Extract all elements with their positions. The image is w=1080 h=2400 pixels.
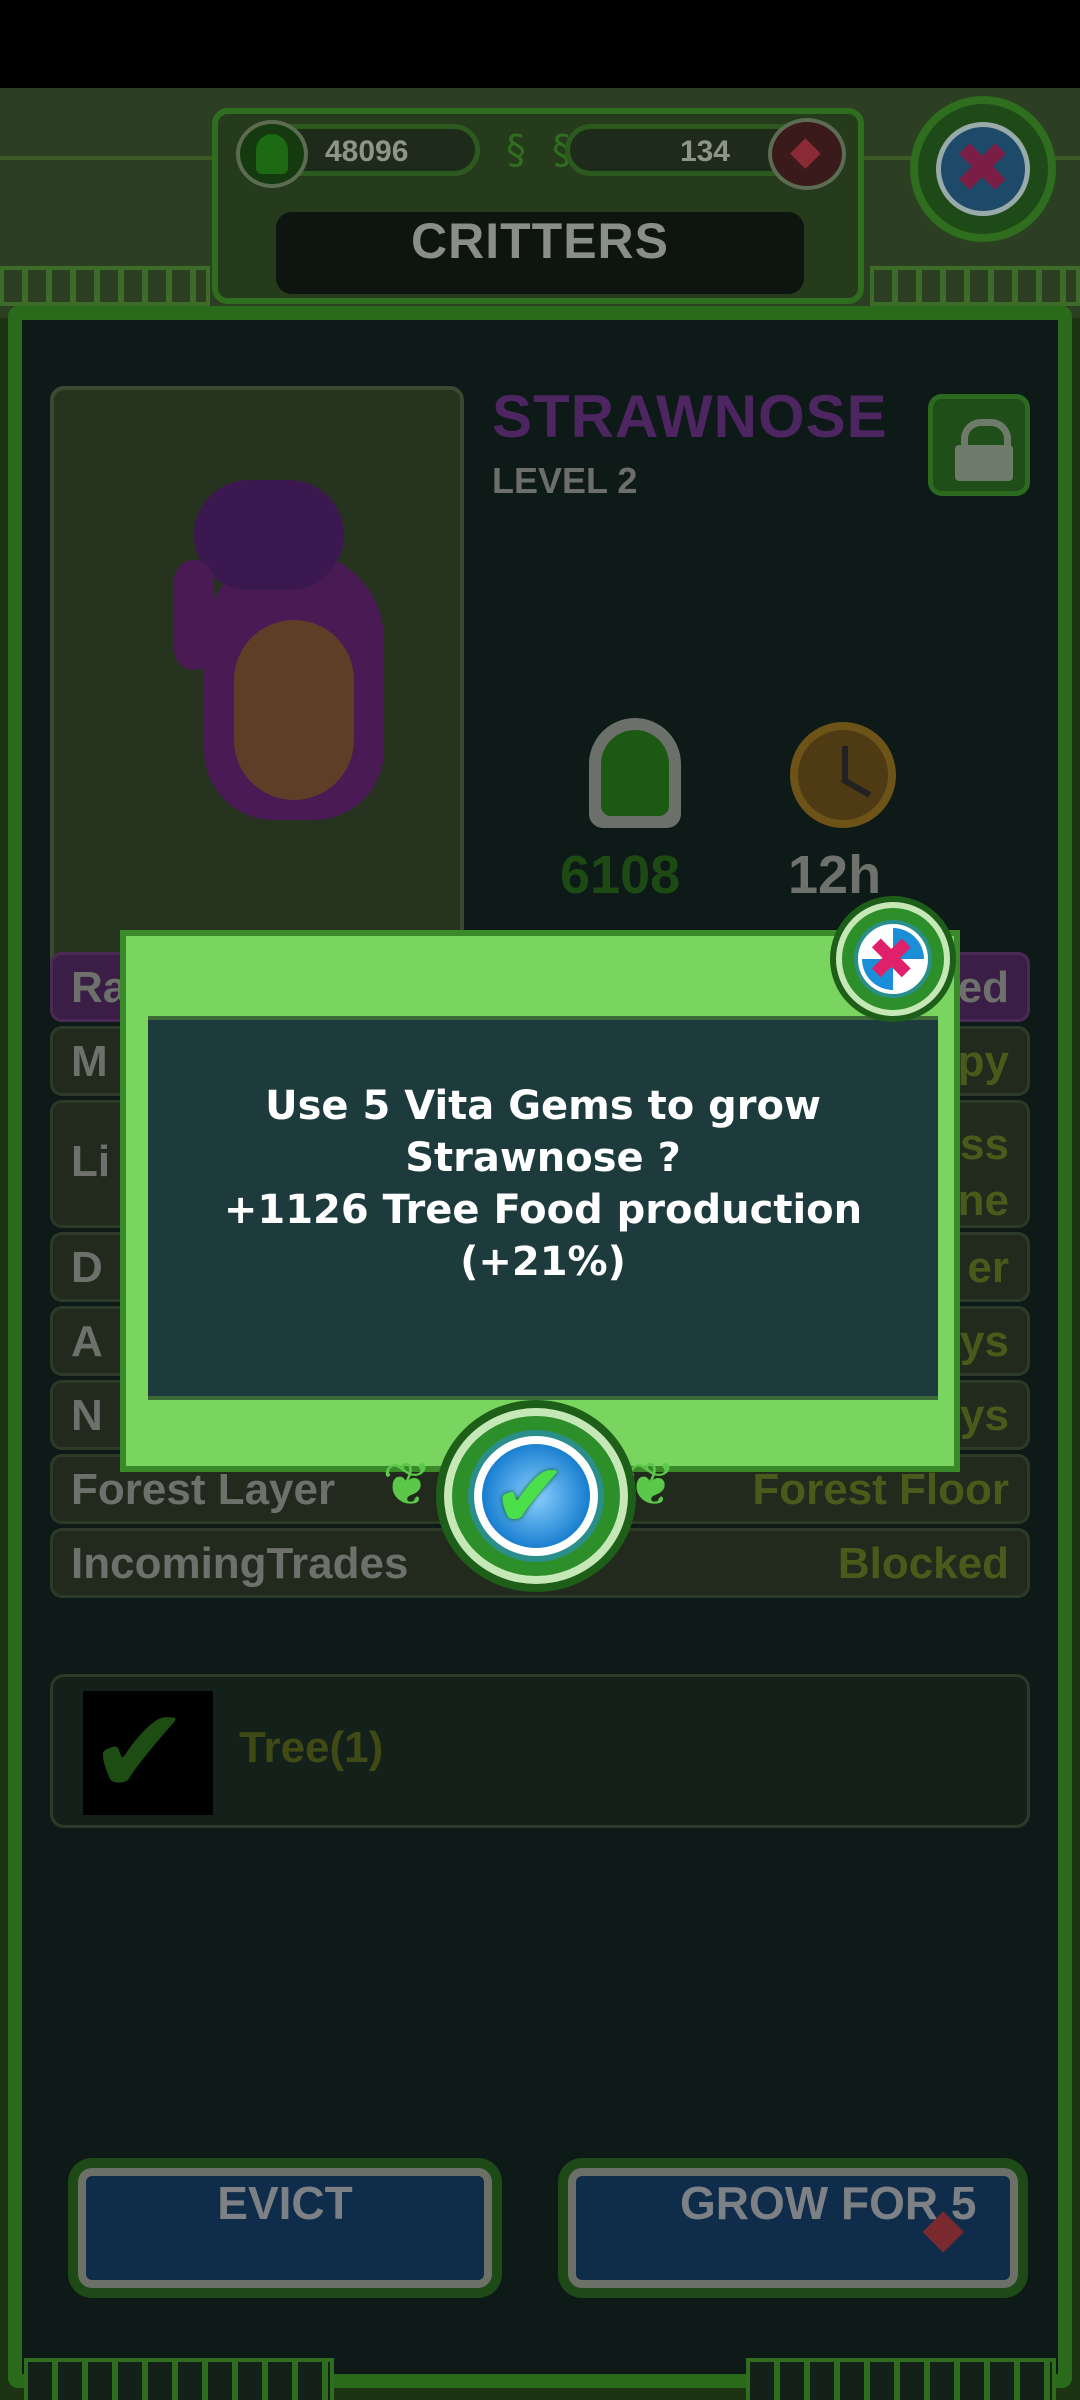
- critter-portrait: [50, 386, 464, 982]
- header-ornament-left: [0, 266, 210, 306]
- tree-food-icon: [236, 120, 308, 188]
- detail-value: py: [957, 1037, 1009, 1086]
- grow-confirm-dialog: Use 5 Vita Gems to grow Strawnose ? +112…: [120, 930, 960, 1472]
- grow-time-value: 12h: [788, 845, 882, 905]
- critter-snout: [174, 560, 214, 670]
- detail-value: ys: [960, 1391, 1009, 1440]
- detail-value: ne: [957, 1176, 1009, 1225]
- dialog-message-line: Strawnose ?: [405, 1135, 681, 1181]
- lock-icon[interactable]: [928, 394, 1030, 496]
- critter-head: [194, 480, 344, 590]
- tree-food-amount: 48096: [325, 135, 409, 168]
- tree-requirement-row: Tree(1): [50, 1674, 1030, 1828]
- critter-belly: [234, 620, 354, 800]
- vine-icon: §: [506, 127, 526, 173]
- footer-ornament-left: [24, 2358, 334, 2400]
- page-title: CRITTERS: [276, 212, 804, 294]
- detail-label: D: [71, 1243, 103, 1292]
- detail-label: N: [71, 1391, 103, 1440]
- strawnose-critter-image: [154, 480, 394, 860]
- evict-button-label: EVICT: [217, 2177, 353, 2229]
- detail-value: ss: [960, 1120, 1009, 1169]
- vine-decoration-icon: ❦: [626, 1450, 677, 1520]
- critter-level: LEVEL 2: [492, 460, 638, 501]
- dialog-confirm-button[interactable]: [444, 1408, 628, 1584]
- detail-label: M: [71, 1037, 108, 1086]
- detail-value: ys: [960, 1317, 1009, 1366]
- vita-gem-icon: [768, 118, 846, 190]
- detail-label: IncomingTrades: [71, 1539, 409, 1588]
- clock-icon: [790, 722, 896, 828]
- page-title-text: CRITTERS: [411, 213, 669, 269]
- close-icon: [854, 920, 932, 998]
- critter-name: STRAWNOSE: [492, 383, 888, 450]
- food-production-value: 6108: [560, 845, 681, 905]
- dialog-message-line: Use 5 Vita Gems to grow: [265, 1083, 821, 1129]
- dialog-message-box: Use 5 Vita Gems to grow Strawnose ? +112…: [148, 1016, 938, 1400]
- status-bar: [0, 0, 1080, 88]
- checkmark-icon: [468, 1430, 604, 1562]
- detail-label: A: [71, 1317, 103, 1366]
- tree-food-icon: [585, 718, 687, 830]
- dialog-message-line: (+21%): [460, 1239, 626, 1285]
- tree-requirement-label: Tree(1): [239, 1723, 384, 1772]
- vita-gem-icon: ◆: [922, 2196, 964, 2259]
- detail-label: Forest Layer: [71, 1465, 336, 1514]
- vine-decoration-icon: ❦: [382, 1450, 433, 1520]
- detail-value: Blocked: [837, 1539, 1009, 1588]
- detail-value: ed: [957, 963, 1009, 1012]
- dialog-message: Use 5 Vita Gems to grow Strawnose ? +112…: [148, 1080, 938, 1288]
- header-ornament-right: [870, 266, 1080, 306]
- grow-button[interactable]: GROW FOR 5 ◆: [568, 2168, 1018, 2288]
- vita-gems-amount: 134: [679, 135, 730, 168]
- dialog-close-button[interactable]: [836, 902, 950, 1016]
- close-screen-button[interactable]: [910, 96, 1056, 242]
- close-icon: [936, 122, 1030, 216]
- checkmark-icon: [83, 1683, 213, 1823]
- detail-value: er: [967, 1243, 1009, 1292]
- detail-label: Li: [71, 1137, 111, 1186]
- footer-ornament-right: [746, 2358, 1056, 2400]
- evict-button[interactable]: EVICT: [78, 2168, 492, 2288]
- detail-value: Forest Floor: [752, 1465, 1009, 1514]
- dialog-message-line: +1126 Tree Food production: [223, 1187, 863, 1233]
- detail-label: Ra: [71, 963, 128, 1012]
